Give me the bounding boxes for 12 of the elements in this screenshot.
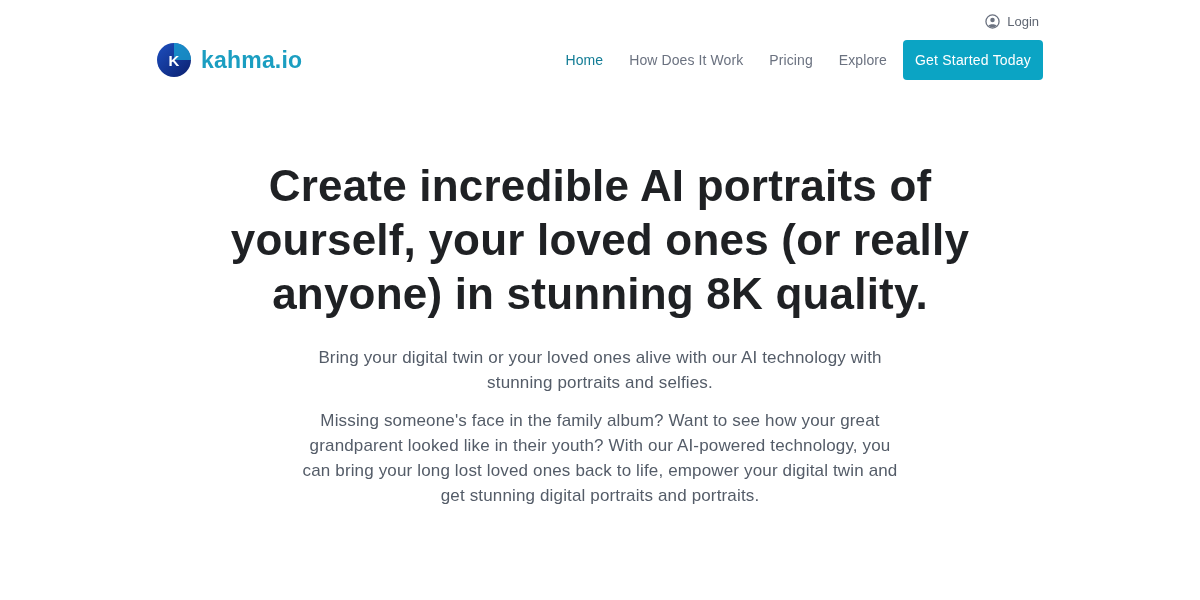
nav-link[interactable]: Pricing [769, 52, 813, 68]
hero-paragraph: Missing someone's face in the family album? Want to see how your great grandparent looked like in their youth? With our AI-powered technology, you can bring your long lost loved ones back to life, empower your digital twin and get stunning digital portraits and portraits. [301, 410, 899, 507]
hero-paragraph: Bring your digital twin or your loved ones alive with our AI technology with stunning portraits and selfies. [317, 347, 883, 394]
nav-link[interactable]: Home [565, 52, 604, 68]
login-link[interactable]: Login [985, 12, 1039, 31]
logo-link[interactable]: K kahma.io [157, 43, 303, 77]
hero-heading: Create incredible AI portraits of yourself, your loved ones (or really anyone) in stunning 8K quality. [229, 160, 971, 320]
nav-link[interactable]: Explore [838, 52, 887, 68]
logo-icon: K [157, 43, 191, 77]
user-icon [985, 14, 1001, 29]
get-started-button[interactable]: Get Started Today [903, 40, 1043, 80]
nav-link[interactable]: How Does It Work [629, 52, 744, 68]
